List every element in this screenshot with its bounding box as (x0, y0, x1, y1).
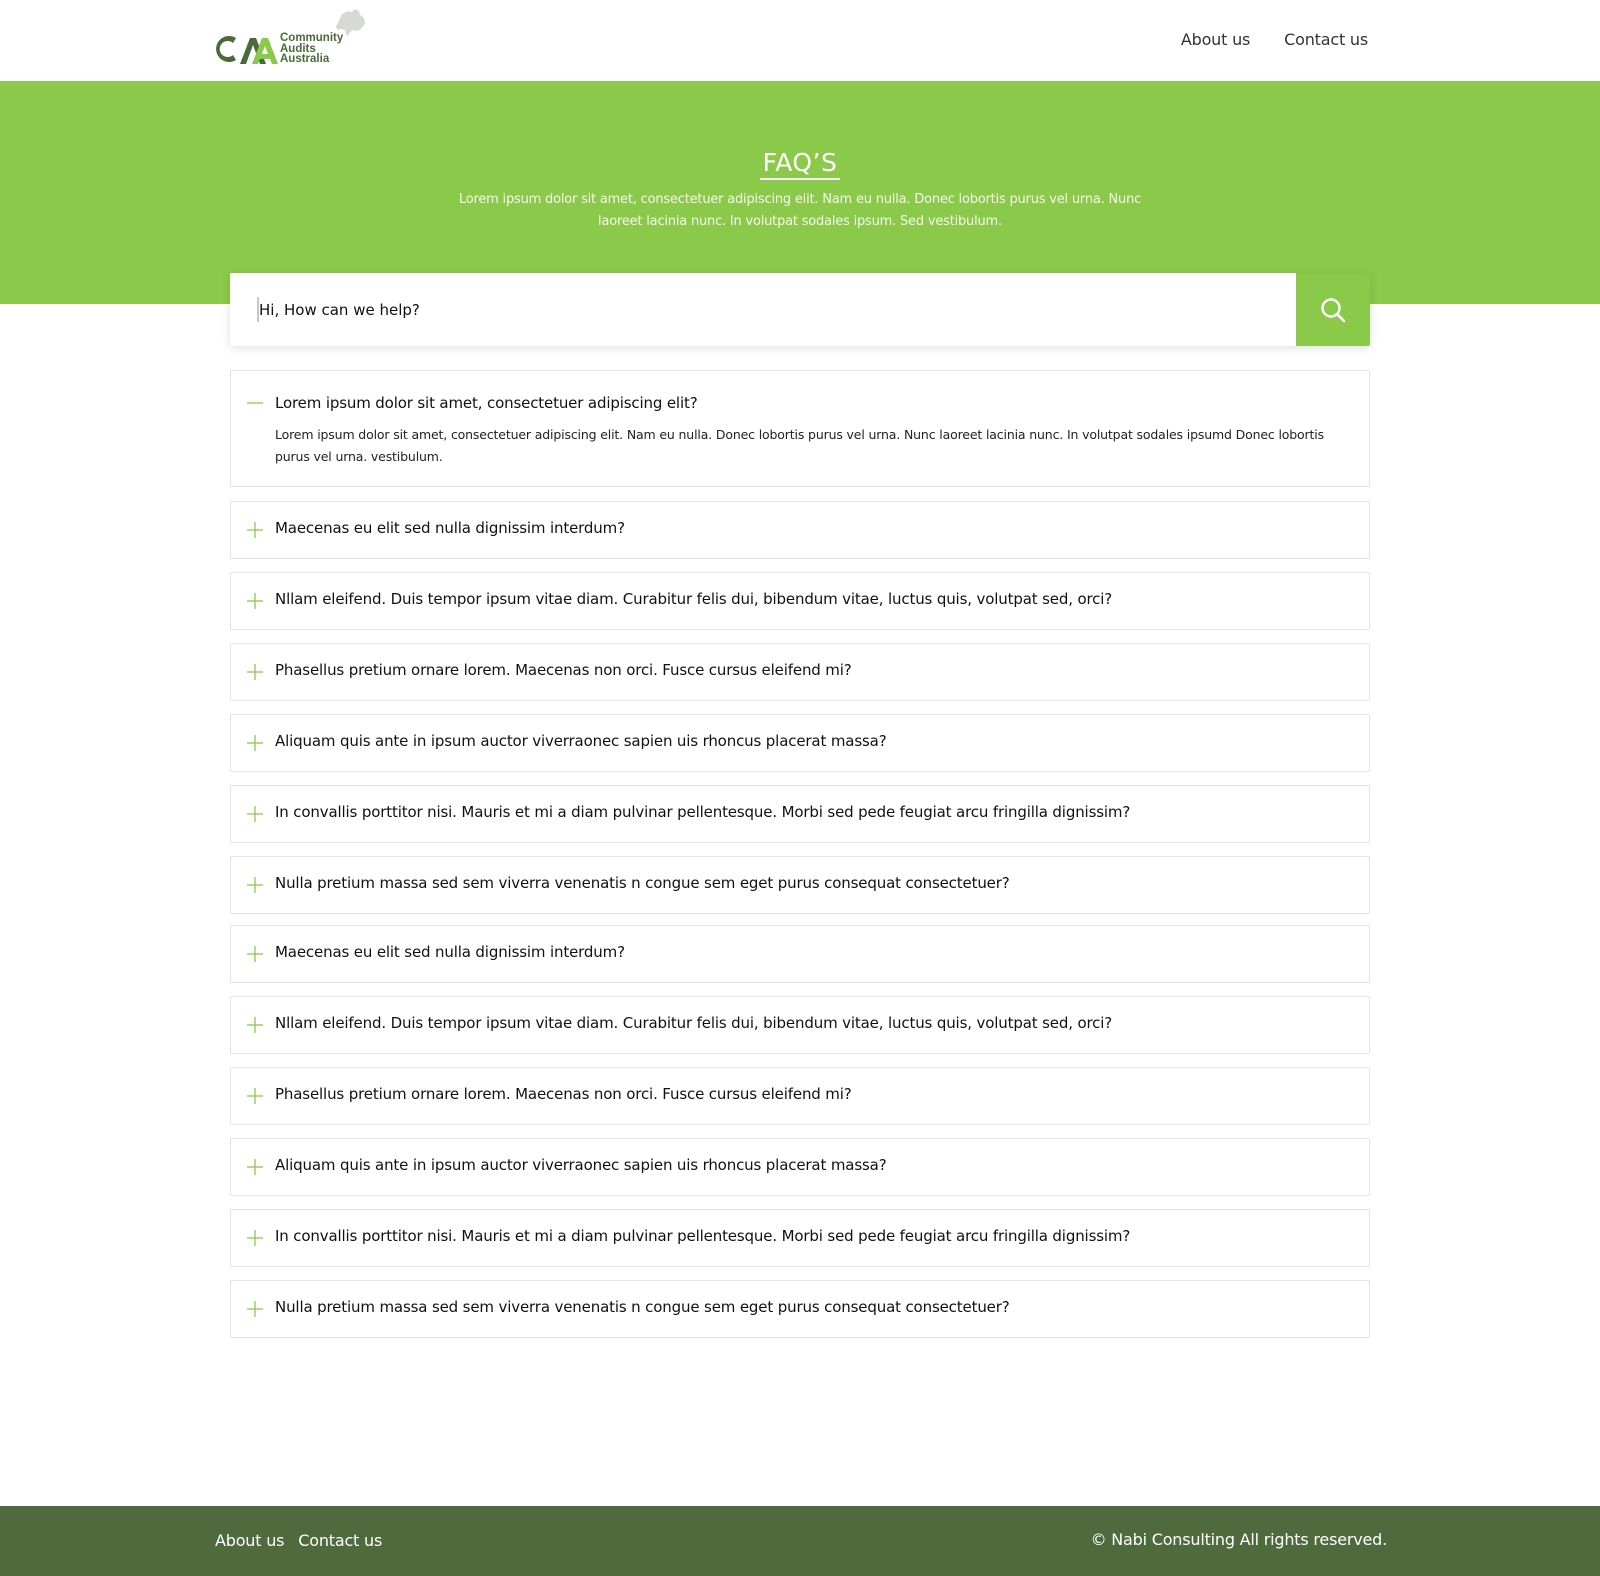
plus-icon[interactable] (246, 521, 264, 539)
plus-icon[interactable] (246, 1158, 264, 1176)
plus-icon[interactable] (246, 1300, 264, 1318)
nav-link-about[interactable]: About us (1181, 30, 1250, 49)
hero-banner: FAQ’S Lorem ipsum dolor sit amet, consec… (0, 81, 1600, 304)
plus-icon[interactable] (246, 734, 264, 752)
faq-item[interactable]: Aliquam quis ante in ipsum auctor viverr… (230, 1138, 1370, 1196)
plus-icon[interactable] (246, 876, 264, 894)
logo-line-1: Community (280, 32, 344, 44)
faq-item[interactable]: In convallis porttitor nisi. Mauris et m… (230, 1209, 1370, 1267)
search-input-wrap (257, 297, 1257, 322)
plus-icon[interactable] (246, 663, 264, 681)
plus-icon[interactable] (246, 805, 264, 823)
logo-line-3: Australia (280, 53, 330, 65)
plus-icon[interactable] (246, 945, 264, 963)
nav-link-contact[interactable]: Contact us (1284, 30, 1368, 49)
faq-answer: Lorem ipsum dolor sit amet, consectetuer… (275, 427, 1324, 464)
faq-item[interactable]: Nulla pretium massa sed sem viverra vene… (230, 856, 1370, 914)
hero-subtitle: Lorem ipsum dolor sit amet, consectetuer… (458, 192, 1142, 229)
faq-item[interactable]: Nllam eleifend. Duis tempor ipsum vitae … (230, 996, 1370, 1054)
faq-question[interactable]: Maecenas eu elit sed nulla dignissim int… (275, 519, 625, 537)
page-title-wrap: FAQ’S (0, 141, 1600, 180)
minus-icon[interactable] (246, 394, 264, 412)
faq-item[interactable]: Nulla pretium massa sed sem viverra vene… (230, 1280, 1370, 1338)
faq-item[interactable]: Nllam eleifend. Duis tempor ipsum vitae … (230, 572, 1370, 630)
faq-item[interactable]: Phasellus pretium ornare lorem. Maecenas… (230, 1067, 1370, 1125)
faq-question[interactable]: Nulla pretium massa sed sem viverra vene… (275, 874, 1010, 892)
faq-question[interactable]: Nllam eleifend. Duis tempor ipsum vitae … (275, 1014, 1112, 1032)
plus-icon[interactable] (246, 1087, 264, 1105)
faq-question[interactable]: In convallis porttitor nisi. Mauris et m… (275, 1227, 1130, 1245)
site-footer: About us Contact us © Nabi Consulting Al… (0, 1506, 1600, 1576)
faq-item[interactable]: In convallis porttitor nisi. Mauris et m… (230, 785, 1370, 843)
site-header: Community Audits Australia About us Cont… (0, 0, 1600, 81)
faq-question[interactable]: In convallis porttitor nisi. Mauris et m… (275, 803, 1130, 821)
plus-icon[interactable] (246, 1016, 264, 1034)
faq-question[interactable]: Phasellus pretium ornare lorem. Maecenas… (275, 1085, 852, 1103)
faq-question[interactable]: Phasellus pretium ornare lorem. Maecenas… (275, 661, 852, 679)
footer-nav: About us Contact us (215, 1531, 382, 1550)
plus-icon[interactable] (246, 592, 264, 610)
faq-item[interactable]: Maecenas eu elit sed nulla dignissim int… (230, 925, 1370, 983)
plus-icon[interactable] (246, 1229, 264, 1247)
search-input[interactable] (259, 297, 1257, 322)
faq-question[interactable]: Maecenas eu elit sed nulla dignissim int… (275, 943, 625, 961)
site-logo[interactable]: Community Audits Australia (214, 8, 366, 66)
faq-item[interactable]: Aliquam quis ante in ipsum auctor viverr… (230, 714, 1370, 772)
faq-question[interactable]: Nulla pretium massa sed sem viverra vene… (275, 1298, 1010, 1316)
logo-text: Community Audits Australia (280, 33, 343, 65)
faq-item[interactable]: Phasellus pretium ornare lorem. Maecenas… (230, 643, 1370, 701)
search-icon (1321, 297, 1346, 322)
footer-link-contact[interactable]: Contact us (298, 1531, 382, 1550)
search-bar (230, 273, 1370, 346)
header-nav: About us Contact us (1181, 30, 1368, 49)
page-title: FAQ’S (759, 148, 841, 180)
faq-question[interactable]: Aliquam quis ante in ipsum auctor viverr… (275, 732, 887, 750)
footer-link-about[interactable]: About us (215, 1531, 284, 1550)
faq-question[interactable]: Aliquam quis ante in ipsum auctor viverr… (275, 1156, 887, 1174)
copyright-text: © Nabi Consulting All rights reserved. (1090, 1530, 1388, 1549)
faq-item-expanded[interactable]: Lorem ipsum dolor sit amet, consectetuer… (230, 370, 1370, 487)
faq-question[interactable]: Lorem ipsum dolor sit amet, consectetuer… (275, 394, 698, 412)
faq-item[interactable]: Maecenas eu elit sed nulla dignissim int… (230, 501, 1370, 559)
search-button[interactable] (1296, 273, 1370, 346)
faq-question[interactable]: Nllam eleifend. Duis tempor ipsum vitae … (275, 590, 1112, 608)
